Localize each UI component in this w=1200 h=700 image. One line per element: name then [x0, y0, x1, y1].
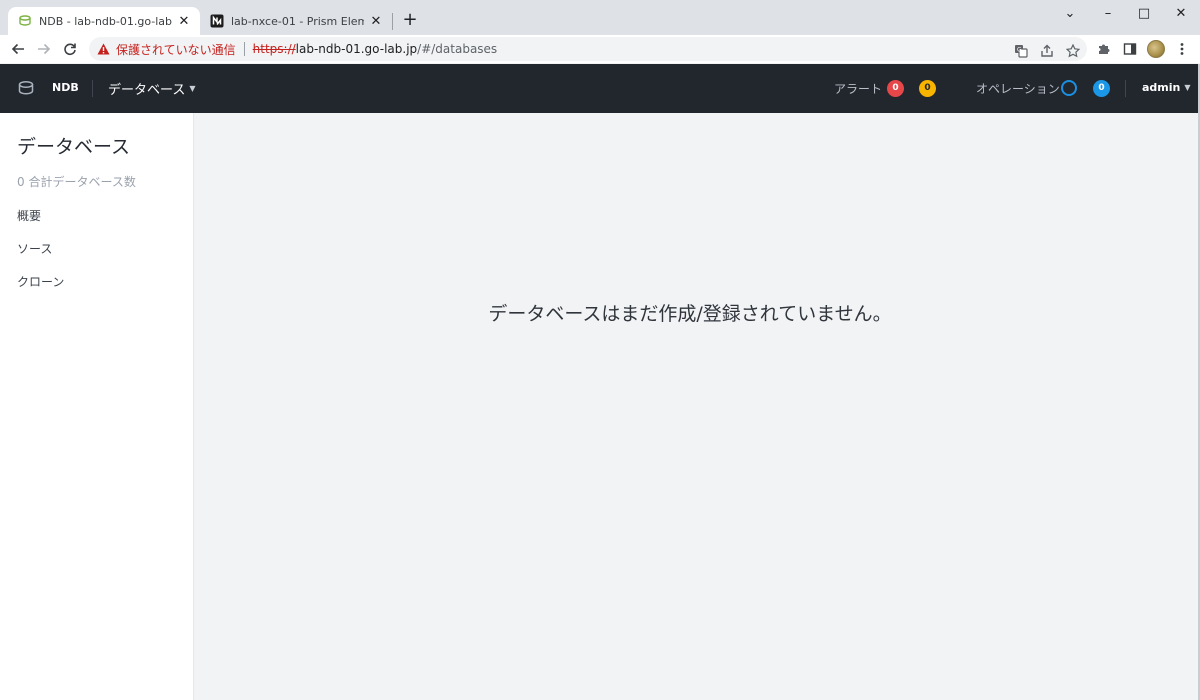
browser-toolbar: 保護されていない通信 https:// lab-ndb-01.go-lab.jp… [0, 35, 1200, 63]
tab-close-icon[interactable]: ✕ [176, 13, 192, 29]
main-content: データベースはまだ作成/登録されていません。 [195, 113, 1200, 700]
browser-tabstrip: NDB - lab-ndb-01.go-lab.jp - データ ✕ lab-n… [0, 0, 1200, 35]
tab-ndb[interactable]: NDB - lab-ndb-01.go-lab.jp - データ ✕ [8, 7, 200, 35]
reload-icon[interactable] [60, 39, 80, 59]
tab-close-icon[interactable]: ✕ [368, 13, 384, 29]
maximize-button[interactable]: □ [1126, 0, 1162, 26]
share-icon[interactable] [1037, 41, 1057, 61]
kebab-menu-icon[interactable] [1172, 39, 1192, 59]
insecure-connection-label[interactable]: 保護されていない通信 [116, 41, 236, 58]
database-menu-label: データベース [108, 83, 186, 98]
minimize-button[interactable]: – [1090, 0, 1126, 26]
tab-title: NDB - lab-ndb-01.go-lab.jp - データ [39, 15, 172, 28]
ndb-logo-icon[interactable] [17, 79, 35, 97]
critical-alerts-badge[interactable]: 0 [887, 80, 904, 97]
avatar [1147, 40, 1165, 58]
star-icon[interactable] [1063, 41, 1083, 61]
sidebar-item-summary[interactable]: 概要 [17, 207, 41, 224]
tab-prism-element[interactable]: lab-nxce-01 - Prism Element ✕ [200, 7, 392, 35]
tab-title: lab-nxce-01 - Prism Element [231, 14, 364, 28]
sidepanel-icon[interactable] [1120, 39, 1140, 59]
operations-label[interactable]: オペレーション [976, 80, 1060, 97]
url-host: lab-ndb-01.go-lab.jp [295, 42, 418, 56]
url-path: /#/databases [417, 42, 498, 56]
profile-avatar[interactable] [1146, 39, 1166, 59]
tab-separator [392, 13, 393, 30]
sidebar-item-sources[interactable]: ソース [17, 240, 52, 257]
operations-count-badge[interactable]: 0 [1093, 80, 1110, 97]
warning-icon[interactable] [96, 42, 110, 56]
omnibox-separator [243, 42, 245, 56]
app-header: NDB データベース ▼ アラート 0 0 オペレーション 0 admin ▼ [0, 64, 1200, 113]
puzzle-icon[interactable] [1094, 39, 1114, 59]
sidebar: データベース 0 合計データベース数 概要 ソース クローン [0, 113, 194, 700]
translate-icon[interactable]: G [1011, 41, 1031, 61]
nutanix-favicon-icon [209, 14, 224, 29]
tab-search-chevron-icon[interactable]: ⌄ [1052, 0, 1088, 26]
ndb-favicon-icon [17, 14, 32, 29]
sidebar-item-clones[interactable]: クローン [17, 273, 64, 290]
header-separator [92, 80, 93, 97]
close-window-button[interactable]: ✕ [1163, 0, 1199, 26]
sidebar-title: データベース [17, 136, 131, 158]
arrow-left-icon[interactable] [8, 39, 28, 59]
chevron-down-icon: ▼ [189, 84, 196, 93]
alerts-label[interactable]: アラート [834, 80, 882, 97]
app-name[interactable]: NDB [52, 81, 79, 94]
url-scheme: https:// [252, 42, 296, 56]
empty-state-message: データベースはまだ作成/登録されていません。 [488, 303, 892, 325]
address-bar[interactable]: 保護されていない通信 https:// lab-ndb-01.go-lab.jp… [89, 37, 1087, 61]
chevron-down-icon: ▼ [1184, 83, 1191, 92]
database-count: 0 合計データベース数 [17, 175, 136, 189]
operations-spinner-icon [1061, 80, 1077, 96]
database-menu-dropdown[interactable]: データベース ▼ [108, 79, 196, 98]
user-name: admin [1142, 81, 1181, 94]
new-tab-button[interactable]: + [400, 11, 420, 31]
warning-alerts-badge[interactable]: 0 [919, 80, 936, 97]
user-menu-dropdown[interactable]: admin ▼ [1142, 81, 1191, 94]
svg-text:G: G [1017, 47, 1022, 54]
arrow-right-icon[interactable] [34, 39, 54, 59]
header-separator [1125, 80, 1126, 97]
